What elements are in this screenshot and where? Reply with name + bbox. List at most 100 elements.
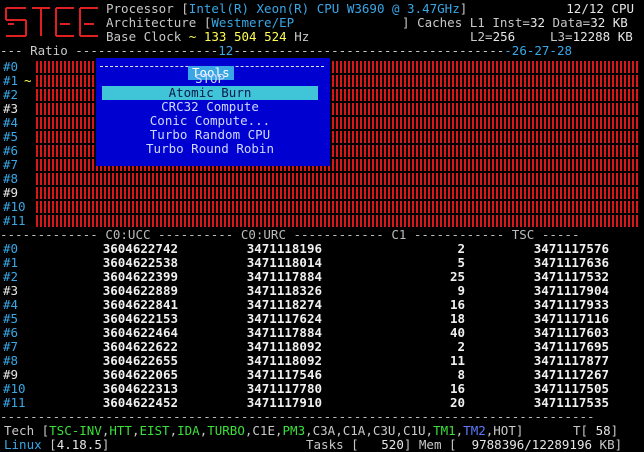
c1-value: 40 (449, 325, 465, 340)
l1-data-value: 32 KB (590, 15, 628, 30)
tasks-value: 520 (381, 437, 404, 452)
tech-sep: , (395, 423, 403, 438)
caches-line: ] Caches L1 Inst=32 Data=32 KB (402, 16, 628, 30)
ratio-row-label: #5 (3, 129, 19, 144)
ratio-row-label: #2 (3, 87, 19, 102)
ucc-value: 3604622153 (102, 311, 178, 326)
l2-label: L2= (470, 29, 493, 44)
table-row: #8 3604622655 3471118092 11 3471117877 (0, 354, 644, 368)
c1-value: 2 (457, 339, 465, 354)
status-line: Linux [4.18.5] Tasks [ 520] Mem [ 9788396… (4, 437, 623, 452)
tilde-marker: ~ (24, 73, 32, 88)
row-index: #1 (3, 255, 19, 270)
tech-line: Tech [TSC-INV,HTT,EIST,IDA,TURBO,C1E,PM3… (4, 423, 618, 438)
row-index: #8 (3, 353, 19, 368)
mem-value: 9788396/12289196 (471, 437, 593, 452)
ratio-row-label: #11 (3, 213, 26, 228)
ratio-bar (36, 215, 638, 227)
tech-flag: HTT (109, 423, 132, 438)
c1-value: 2 (457, 241, 465, 256)
tech-flag: C1E (252, 423, 275, 438)
ratio-row-label: #4 (3, 115, 19, 130)
l2-value: 256 (492, 29, 516, 44)
base-clock-value: 133 504 524 (203, 29, 287, 44)
base-clock-unit: Hz (294, 29, 310, 44)
tech-flag: TM2 (463, 423, 486, 438)
tsc-value: 3471117603 (533, 325, 609, 340)
tasks-label: Tasks [ (306, 437, 359, 452)
l3-label: L3= (550, 29, 573, 44)
mem-label: ] Mem [ (403, 437, 457, 452)
l1-data-label: Data= (552, 15, 591, 30)
processor-value: Intel(R) Xeon(R) CPU W3690 @ 3.47GHz (188, 1, 460, 16)
mem-unit: KB] (599, 437, 623, 452)
tool-item[interactable]: Atomic Burn (102, 86, 318, 100)
urc-value: 3471117884 (246, 269, 322, 284)
ucc-value: 3604622889 (102, 283, 178, 298)
ratio-row: #9 (0, 186, 644, 200)
tech-sep: , (169, 423, 178, 438)
tech-sep: , (274, 423, 283, 438)
tsc-value: 3471117267 (533, 367, 609, 382)
ucc-value: 3604622464 (102, 325, 178, 340)
tool-item[interactable]: Conic Compute... (102, 114, 318, 128)
tool-item[interactable]: Turbo Random CPU (102, 128, 318, 142)
urc-value: 3471117546 (246, 367, 322, 382)
ucc-value: 3604622065 (102, 367, 178, 382)
ratio-bar (36, 173, 638, 185)
tech-sep: , (425, 423, 434, 438)
ratio-mid-value: 12 (218, 43, 234, 58)
ratio-row-label: #6 (3, 143, 19, 158)
table-row: #7 3604622622 3471118092 2 3471117695 (0, 340, 644, 354)
row-index: #5 (3, 311, 19, 326)
tech-flag: IDA (177, 423, 200, 438)
ucc-value: 3604622742 (102, 241, 178, 256)
tsc-value: 3471117877 (533, 353, 609, 368)
c1-value: 9 (457, 283, 465, 298)
tech-label: Tech [ (4, 423, 50, 438)
tsc-value: 3471117695 (533, 339, 609, 354)
table-row: #3 3604622889 3471118326 9 3471117904 (0, 284, 644, 298)
c1-value: 5 (457, 255, 465, 270)
ratio-row-label: #8 (3, 171, 19, 186)
tsc-value: 3471117535 (533, 395, 609, 410)
urc-value: 3471118274 (246, 297, 322, 312)
ratio-dashes: ------------------- (75, 43, 219, 58)
table-row: #0 3604622742 3471118196 2 3471117576 (0, 242, 644, 256)
c1-value: 11 (449, 353, 465, 368)
temp-close: ] (610, 423, 619, 438)
ratio-label: --- Ratio (0, 43, 76, 58)
base-clock-tilde: ~ (188, 29, 197, 44)
ratio-bar (36, 201, 638, 213)
urc-value: 3471117884 (246, 325, 322, 340)
tsc-value: 3471117576 (533, 241, 609, 256)
l2-cache: L2=256 (470, 30, 515, 44)
tool-item[interactable]: CRC32 Compute (102, 100, 318, 114)
tech-sep: , (305, 423, 313, 438)
tools-menu[interactable]: Tools STOP Atomic Burn CRC32 Compute Conic … (96, 58, 330, 166)
app-logo (5, 7, 98, 37)
tool-item[interactable]: Turbo Round Robin (102, 142, 318, 156)
c1-value: 18 (449, 311, 465, 326)
row-index: #11 (3, 395, 26, 410)
c1-value: 16 (449, 297, 465, 312)
bottom-separator: ----------------------------------------… (0, 409, 595, 424)
os-name: Linux (4, 437, 42, 452)
ratio-bar (36, 187, 638, 199)
tool-item[interactable]: STOP (102, 72, 318, 86)
urc-value: 3471118092 (246, 353, 322, 368)
ratio-row: #10 (0, 200, 644, 214)
ratio-header: --- Ratio -------------------12---------… (0, 43, 572, 58)
table-row: #4 3604622841 3471118274 16 3471117933 (0, 298, 644, 312)
table-row: #10 3604622313 3471117780 16 3471117505 (0, 382, 644, 396)
tech-flag: C1A (342, 423, 366, 438)
ratio-row-label: #3 (3, 101, 19, 116)
tech-flag: PM3 (282, 423, 306, 438)
urc-value: 3471117780 (246, 381, 322, 396)
row-index: #7 (3, 339, 19, 354)
table-row: #2 3604622399 3471117884 25 3471117532 (0, 270, 644, 284)
l3-value: 12288 KB (572, 29, 633, 44)
c1-value: 8 (457, 367, 465, 382)
ratio-row: #11 (0, 214, 644, 228)
row-index: #6 (3, 325, 19, 340)
